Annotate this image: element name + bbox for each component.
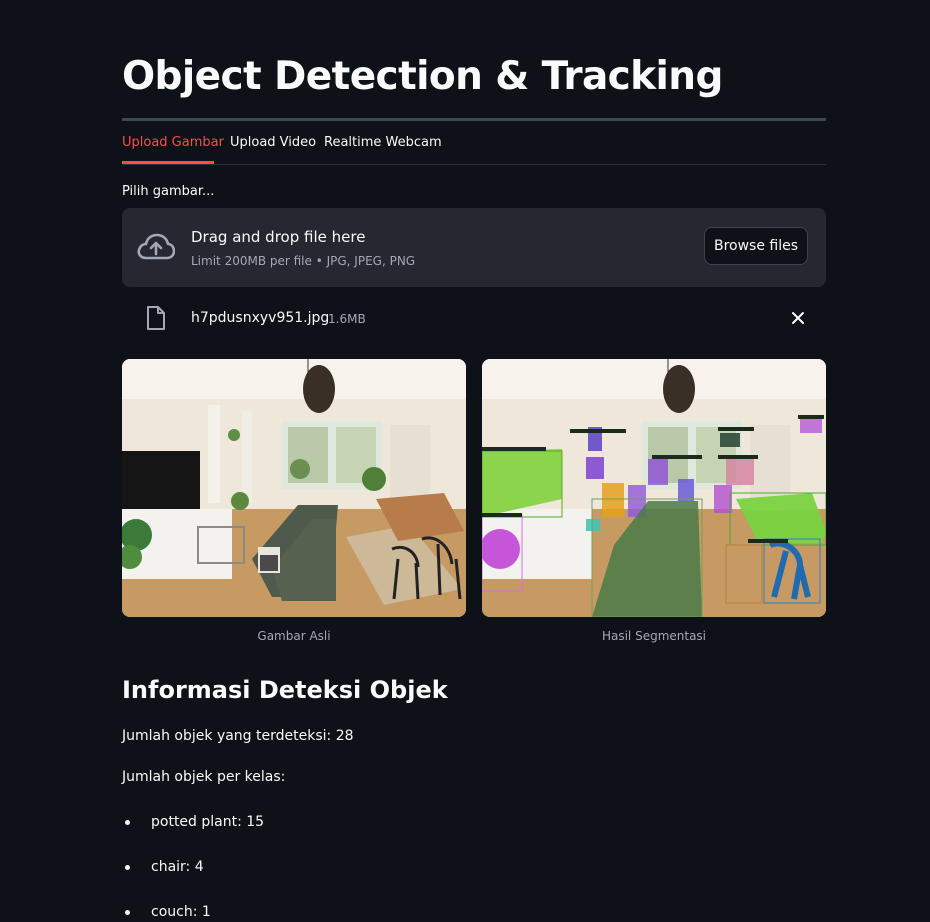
original-image-caption: Gambar Asli bbox=[257, 629, 331, 643]
cloud-upload-icon bbox=[137, 233, 175, 260]
segmented-image-caption: Hasil Segmentasi bbox=[601, 629, 707, 643]
uploaded-file-name: h7pdusnxyv951.jpg bbox=[191, 310, 330, 326]
tab-upload-gambar[interactable]: Upload Gambar bbox=[122, 133, 224, 153]
page-title: Object Detection & Tracking bbox=[122, 54, 723, 99]
tab-bar: Upload Gambar Upload Video Realtime Webc… bbox=[122, 124, 826, 165]
uploaded-file-size: 1.6MB bbox=[328, 312, 366, 326]
class-count: potted plant: 15 bbox=[151, 814, 265, 830]
segmented-image-column: Hasil Segmentasi bbox=[482, 359, 826, 645]
segmented-image bbox=[482, 359, 826, 617]
active-tab-indicator bbox=[122, 161, 214, 164]
total-objects-text: Jumlah objek yang terdeteksi: 28 bbox=[122, 728, 354, 744]
file-icon bbox=[147, 306, 165, 330]
uploader-label: Pilih gambar... bbox=[122, 184, 215, 199]
file-dropzone[interactable]: Drag and drop file here Limit 200MB per … bbox=[122, 208, 826, 287]
uploaded-file-row: h7pdusnxyv951.jpg 1.6MB bbox=[122, 300, 826, 336]
browse-files-button[interactable]: Browse files bbox=[704, 227, 808, 265]
class-count: chair: 4 bbox=[151, 859, 204, 875]
tab-upload-video[interactable]: Upload Video bbox=[230, 133, 316, 153]
dropzone-limit: Limit 200MB per file • JPG, JPEG, PNG bbox=[191, 254, 416, 268]
info-heading: Informasi Deteksi Objek bbox=[122, 676, 448, 704]
dropzone-instructions: Drag and drop file here bbox=[191, 228, 366, 246]
class-count: couch: 1 bbox=[151, 904, 211, 920]
title-divider bbox=[122, 118, 826, 121]
original-image-column: Gambar Asli bbox=[122, 359, 466, 645]
bullet-icon bbox=[125, 820, 130, 825]
per-class-label: Jumlah objek per kelas: bbox=[122, 769, 286, 785]
original-image bbox=[122, 359, 466, 617]
bullet-icon bbox=[125, 865, 130, 870]
tab-realtime-webcam[interactable]: Realtime Webcam bbox=[324, 133, 442, 153]
bullet-icon bbox=[125, 910, 130, 915]
close-icon[interactable] bbox=[788, 308, 808, 328]
